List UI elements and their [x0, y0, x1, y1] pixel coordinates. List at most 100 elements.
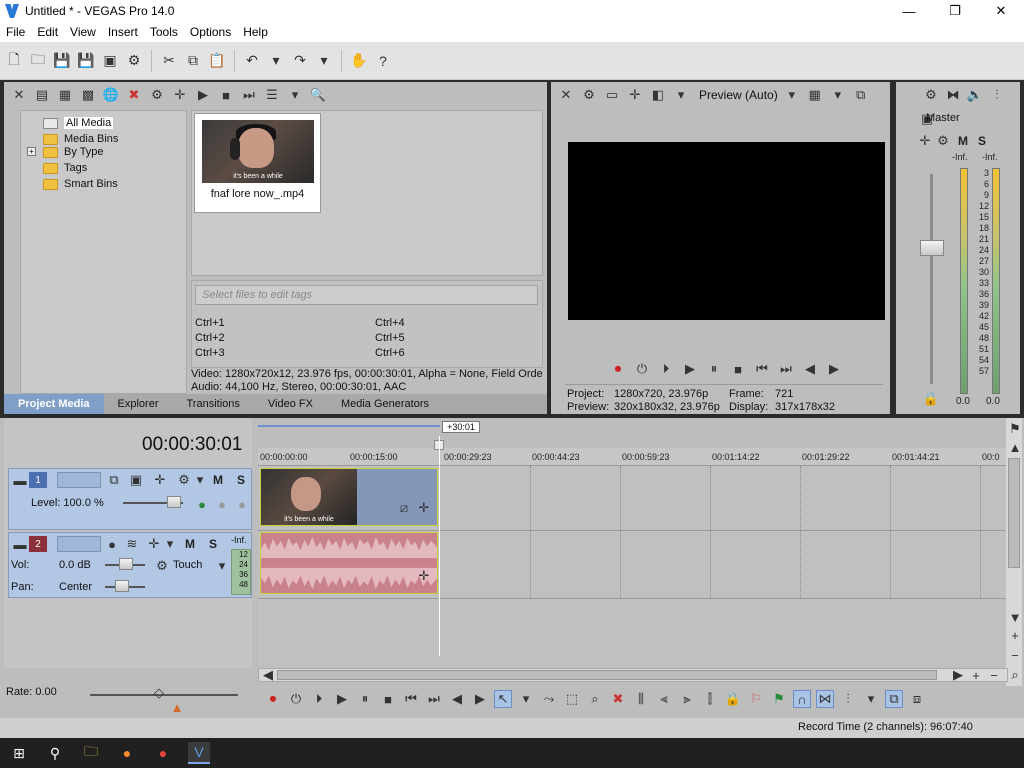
- tag-shortcut[interactable]: Ctrl+2: [195, 332, 225, 344]
- snapping-icon[interactable]: ∩: [793, 690, 811, 708]
- loop-playback-icon[interactable]: ⏻: [633, 360, 651, 378]
- tag-shortcut[interactable]: Ctrl+4: [375, 317, 405, 329]
- go-to-end-icon[interactable]: ⏭: [425, 690, 443, 708]
- next-frame-icon[interactable]: ▶: [825, 360, 843, 378]
- lock-icon[interactable]: 🔒: [724, 690, 742, 708]
- track-motion-icon[interactable]: ▣: [127, 471, 145, 489]
- save-as-icon[interactable]: 💾: [76, 51, 96, 71]
- tag-shortcut[interactable]: Ctrl+1: [195, 317, 225, 329]
- maximize-button[interactable]: ❐: [932, 0, 978, 22]
- overlays-dropdown-icon[interactable]: ▾: [829, 86, 847, 104]
- stop-icon[interactable]: ■: [379, 690, 397, 708]
- lock-envelopes-icon[interactable]: ⧉: [885, 690, 903, 708]
- pause-icon[interactable]: ⏸: [705, 360, 723, 378]
- horizontal-scroll-thumb[interactable]: [277, 670, 937, 680]
- loop-region-bar[interactable]: [258, 425, 440, 427]
- remove-media-icon[interactable]: ✖: [125, 86, 143, 104]
- automation-mode[interactable]: Touch: [173, 559, 202, 571]
- audio-event[interactable]: ✛: [260, 532, 438, 594]
- previous-frame-icon[interactable]: ◀: [801, 360, 819, 378]
- pan-crop-icon[interactable]: ✛: [171, 86, 189, 104]
- close-panel-icon[interactable]: ✕: [10, 86, 28, 104]
- downmix-icon[interactable]: ⧓: [944, 86, 962, 104]
- overlays-icon[interactable]: ▦: [806, 86, 824, 104]
- close-panel-icon[interactable]: ✕: [557, 86, 575, 104]
- record-icon[interactable]: ⏺: [264, 690, 282, 708]
- level-slider-knob[interactable]: [167, 496, 181, 508]
- record-icon[interactable]: ⏺: [609, 360, 627, 378]
- mixer-icon[interactable]: ⫶: [988, 86, 1006, 104]
- invert-phase-icon[interactable]: ≋: [123, 535, 141, 553]
- compositing-parent-icon[interactable]: ●: [213, 495, 231, 513]
- scroll-down-icon[interactable]: ▼: [1006, 608, 1024, 626]
- ignore-grouping-icon[interactable]: ⧈: [908, 690, 926, 708]
- tag-shortcut[interactable]: Ctrl+5: [375, 332, 405, 344]
- trim-end-icon[interactable]: ⫸: [678, 690, 696, 708]
- insert-marker-icon[interactable]: ⚐: [747, 690, 765, 708]
- zoom-tool-icon[interactable]: ⌕: [1006, 666, 1024, 684]
- master-fx-icon[interactable]: ⚙: [934, 132, 952, 150]
- search-icon[interactable]: ⚲: [44, 742, 66, 764]
- undo-icon[interactable]: ↶: [242, 51, 262, 71]
- stop-icon[interactable]: ■: [729, 360, 747, 378]
- audio-fx-dropdown-icon[interactable]: ▾: [161, 535, 179, 553]
- split-view-icon[interactable]: ◧: [649, 86, 667, 104]
- views-icon[interactable]: ☰: [263, 86, 281, 104]
- redo-dropdown-icon[interactable]: ▾: [314, 51, 334, 71]
- menu-file[interactable]: File: [0, 25, 31, 39]
- tree-item-tags[interactable]: Tags: [43, 160, 87, 176]
- horizontal-scrollbar[interactable]: ◀ ▶ + −: [258, 666, 1008, 684]
- views-dropdown-icon[interactable]: ▾: [286, 86, 304, 104]
- vegas-pro-taskbar-icon[interactable]: V: [188, 742, 210, 764]
- tag-shortcut[interactable]: Ctrl+6: [375, 347, 405, 359]
- menu-edit[interactable]: Edit: [31, 25, 64, 39]
- tab-explorer[interactable]: Explorer: [104, 394, 173, 414]
- next-frame-icon[interactable]: ▶: [471, 690, 489, 708]
- scroll-left-icon[interactable]: ◀: [259, 666, 277, 684]
- zoom-tool-icon[interactable]: ⌕: [586, 690, 604, 708]
- master-fader-knob[interactable]: [920, 240, 944, 256]
- split-screen-icon[interactable]: ✛: [626, 86, 644, 104]
- track-name-field[interactable]: [57, 472, 101, 488]
- vol-slider-knob[interactable]: [119, 558, 133, 570]
- arm-record-icon[interactable]: ●: [103, 535, 121, 553]
- get-media-icon[interactable]: ▩: [79, 86, 97, 104]
- audio-mute-button[interactable]: M: [185, 537, 195, 551]
- playhead-cursor[interactable]: [439, 436, 440, 656]
- tree-item-smart-bins[interactable]: Smart Bins: [43, 176, 118, 192]
- automation-mode-dropdown-icon[interactable]: ▾: [213, 557, 231, 575]
- windows-start-icon[interactable]: ⊞: [8, 742, 30, 764]
- menu-tools[interactable]: Tools: [144, 25, 184, 39]
- preview-quality-dropdown[interactable]: Preview (Auto): [699, 88, 778, 102]
- dim-output-icon[interactable]: 🔈: [966, 86, 984, 104]
- cut-icon[interactable]: ✂: [159, 51, 179, 71]
- capture-video-icon[interactable]: ▦: [56, 86, 74, 104]
- ripple-edit-icon[interactable]: ⫶: [839, 690, 857, 708]
- copy-icon[interactable]: ⧉: [183, 51, 203, 71]
- properties-icon[interactable]: ⚙: [124, 51, 144, 71]
- normal-edit-tool-icon[interactable]: ↖: [494, 690, 512, 708]
- preview-quality-dropdown-icon[interactable]: ▾: [783, 86, 801, 104]
- file-explorer-icon[interactable]: 🗀: [80, 742, 102, 764]
- pan-slider-knob[interactable]: [115, 580, 129, 592]
- ripple-edit-dropdown-icon[interactable]: ▾: [862, 690, 880, 708]
- vertical-scrollbar[interactable]: ⚑ ▲ ▼ + − ⌕: [1006, 418, 1022, 686]
- import-media-icon[interactable]: ▤: [33, 86, 51, 104]
- tree-item-all-media[interactable]: All Media: [43, 115, 114, 131]
- video-mute-button[interactable]: M: [213, 473, 223, 487]
- play-icon[interactable]: ▶: [333, 690, 351, 708]
- lock-icon[interactable]: 🔒: [922, 390, 940, 408]
- play-icon[interactable]: ▶: [681, 360, 699, 378]
- go-to-start-icon[interactable]: ⏮: [402, 690, 420, 708]
- master-mute-button[interactable]: M: [958, 134, 968, 148]
- media-fx-icon[interactable]: ⚙: [148, 86, 166, 104]
- external-monitor-icon[interactable]: ▭: [603, 86, 621, 104]
- edit-tool-dropdown-icon[interactable]: ▾: [517, 690, 535, 708]
- delete-icon[interactable]: ✖: [609, 690, 627, 708]
- render-icon[interactable]: ▣: [100, 51, 120, 71]
- expand-icon[interactable]: +: [27, 147, 36, 156]
- audio-track-header[interactable]: ▬ 2 ● ≋ ✛ ▾ M S -Inf. Vol: 0.0 dB ⚙ Touc…: [8, 532, 252, 598]
- track-name-field[interactable]: [57, 536, 101, 552]
- video-track-header[interactable]: ▬ 1 ⧉ ▣ ✛ ⚙ ▾ M S Level: 100.0 % ● ● ●: [8, 468, 252, 530]
- enable-snapping-icon[interactable]: ✋: [349, 51, 369, 71]
